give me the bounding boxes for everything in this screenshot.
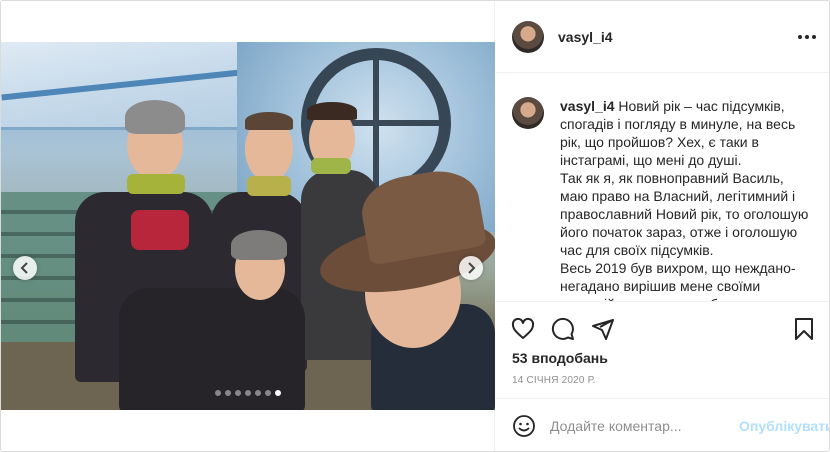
post-sidebar: vasyl_i4 vasyl_i4 Новий рік – час підсум… <box>496 1 829 451</box>
carousel-dot <box>255 390 261 396</box>
post-header: vasyl_i4 <box>496 1 829 73</box>
emoji-icon <box>513 415 535 437</box>
chevron-right-icon <box>468 262 476 274</box>
bookmark-icon <box>795 318 813 340</box>
likes-count[interactable]: 53 вподобань <box>512 350 608 366</box>
comment-button[interactable] <box>550 316 576 342</box>
post-actions: 53 вподобань 14 січня 2020 р. <box>496 301 829 413</box>
more-horizontal-icon <box>798 35 802 39</box>
carousel-dot <box>235 390 241 396</box>
publish-button[interactable]: Опублікувати <box>739 418 829 434</box>
post-dialog: vasyl_i4 vasyl_i4 Новий рік – час підсум… <box>0 0 830 452</box>
person-2-hair <box>245 112 293 130</box>
person-3-scarf <box>311 158 351 174</box>
person-left-scarf <box>127 174 185 194</box>
post-photo[interactable] <box>1 42 495 410</box>
person-left-bag <box>131 210 189 250</box>
chevron-left-icon <box>20 262 28 274</box>
carousel-next-button[interactable] <box>459 256 483 280</box>
like-button[interactable] <box>510 316 536 342</box>
comment-form: Опублікувати <box>496 398 829 451</box>
share-button[interactable] <box>590 316 616 342</box>
share-icon <box>592 319 614 340</box>
carousel-dot <box>275 390 281 396</box>
caption-text: Новий рік – час підсумків, спогадів і по… <box>560 98 809 301</box>
post-media <box>1 1 495 451</box>
caption: vasyl_i4 Новий рік – час підсумків, спог… <box>560 97 813 301</box>
carousel-prev-button[interactable] <box>13 256 37 280</box>
post-date[interactable]: 14 січня 2020 р. <box>512 375 596 386</box>
carousel-dot <box>265 390 271 396</box>
caption-area: vasyl_i4 Новий рік – час підсумків, спог… <box>496 73 829 301</box>
avatar[interactable] <box>512 20 544 53</box>
post-username[interactable]: vasyl_i4 <box>558 29 613 45</box>
comment-icon <box>551 317 574 340</box>
caption-avatar[interactable] <box>512 97 544 129</box>
heart-icon <box>511 317 535 339</box>
person-2-scarf <box>247 176 291 196</box>
emoji-button[interactable] <box>512 413 536 439</box>
carousel-indicators <box>1 390 495 396</box>
save-button[interactable] <box>791 316 817 342</box>
carousel-dot <box>215 390 221 396</box>
person-left-beanie <box>125 100 185 134</box>
comment-input[interactable] <box>550 418 731 434</box>
person-3-hair <box>307 102 357 120</box>
carousel-dot <box>245 390 251 396</box>
carousel-dot <box>225 390 231 396</box>
background-banner-left <box>1 42 241 130</box>
caption-username[interactable]: vasyl_i4 <box>560 98 615 114</box>
more-options-button[interactable] <box>797 29 817 45</box>
person-child-beanie <box>231 230 287 260</box>
